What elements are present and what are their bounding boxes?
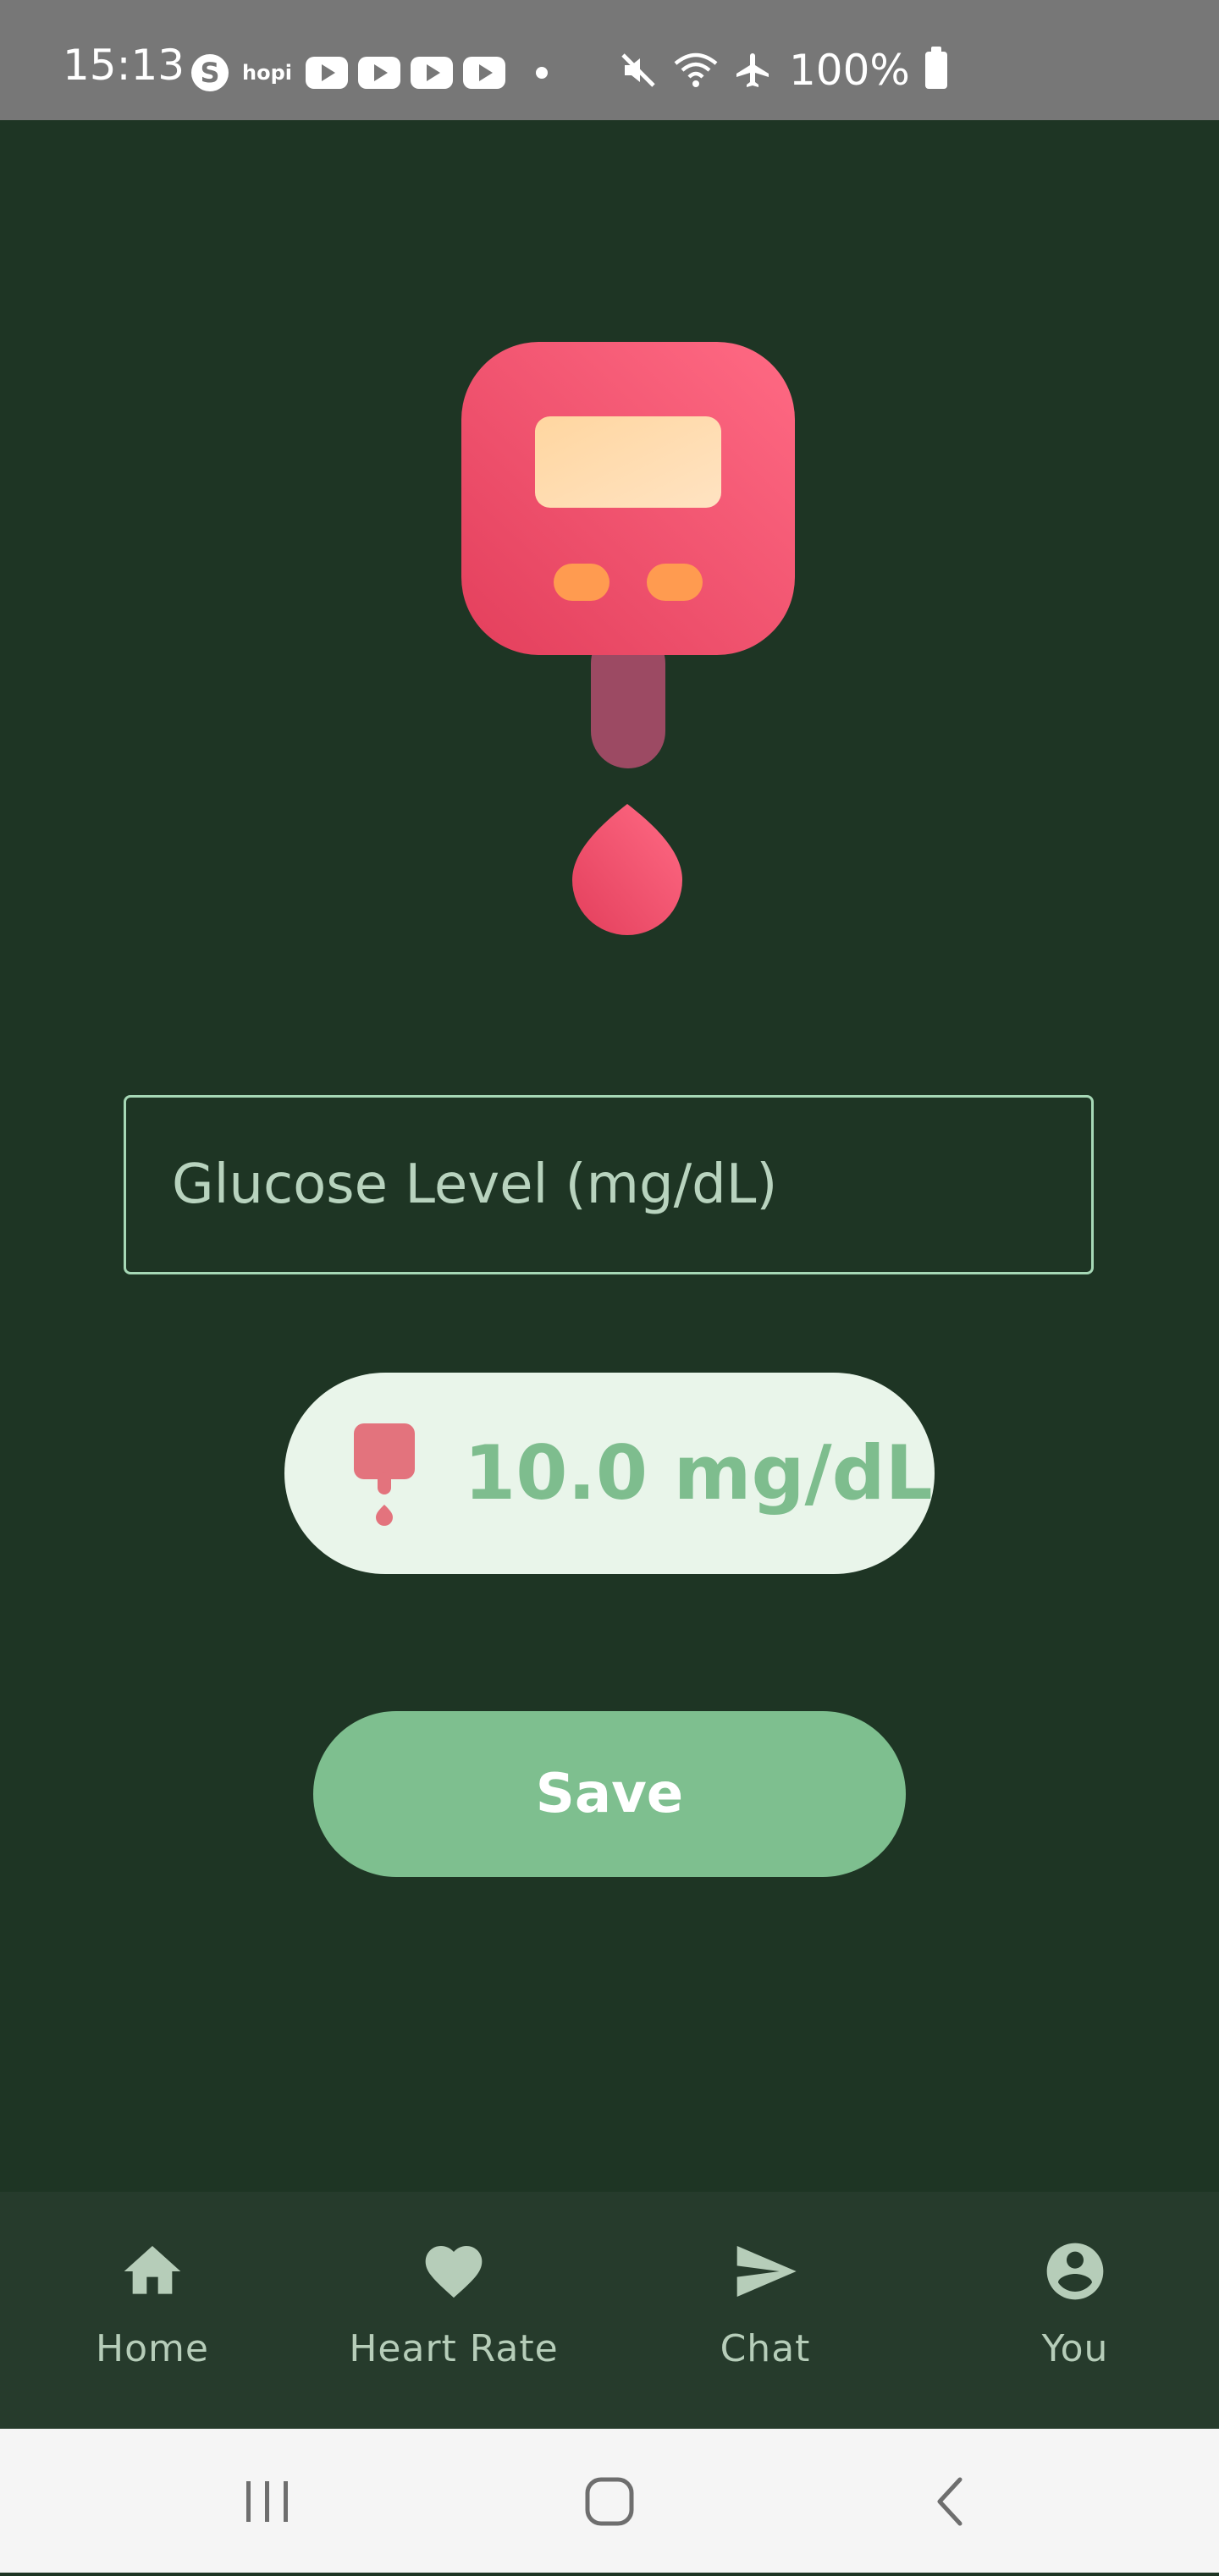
glucose-reading-badge: 10.0 mg/dL [284, 1373, 935, 1574]
recents-icon [246, 2481, 288, 2522]
glucose-meter-illustration [461, 342, 795, 935]
nav-item-home[interactable]: Home [0, 2192, 305, 2429]
nav-item-you[interactable]: You [923, 2192, 1219, 2429]
glucose-reading-value: 10.0 mg/dL [464, 1429, 933, 1516]
save-button[interactable]: Save [313, 1711, 906, 1877]
home-button[interactable] [525, 2429, 694, 2573]
blood-drop-icon [572, 804, 682, 935]
bottom-navigation: Home Heart Rate Chat You [0, 2192, 1219, 2429]
glucose-level-input[interactable] [126, 1098, 1091, 1272]
glucose-meter-small-icon [354, 1423, 415, 1526]
nav-label-chat: Chat [720, 2327, 811, 2370]
back-button[interactable] [863, 2429, 1033, 2573]
heart-icon [425, 2246, 483, 2298]
home-circle-icon [585, 2477, 634, 2526]
system-navigation-bar [0, 2429, 1219, 2573]
nav-label-home: Home [96, 2327, 209, 2370]
nav-item-heart-rate[interactable]: Heart Rate [301, 2192, 606, 2429]
nav-label-heart-rate: Heart Rate [349, 2327, 559, 2370]
glucose-meter-icon [461, 342, 795, 768]
glucose-level-field[interactable] [124, 1095, 1094, 1274]
recents-button[interactable] [183, 2429, 352, 2573]
back-icon [937, 2477, 963, 2526]
account-icon [1046, 2243, 1104, 2300]
nav-item-chat[interactable]: Chat [613, 2192, 918, 2429]
home-icon [124, 2246, 181, 2294]
send-icon [736, 2246, 797, 2297]
nav-label-you: You [1041, 2327, 1109, 2370]
